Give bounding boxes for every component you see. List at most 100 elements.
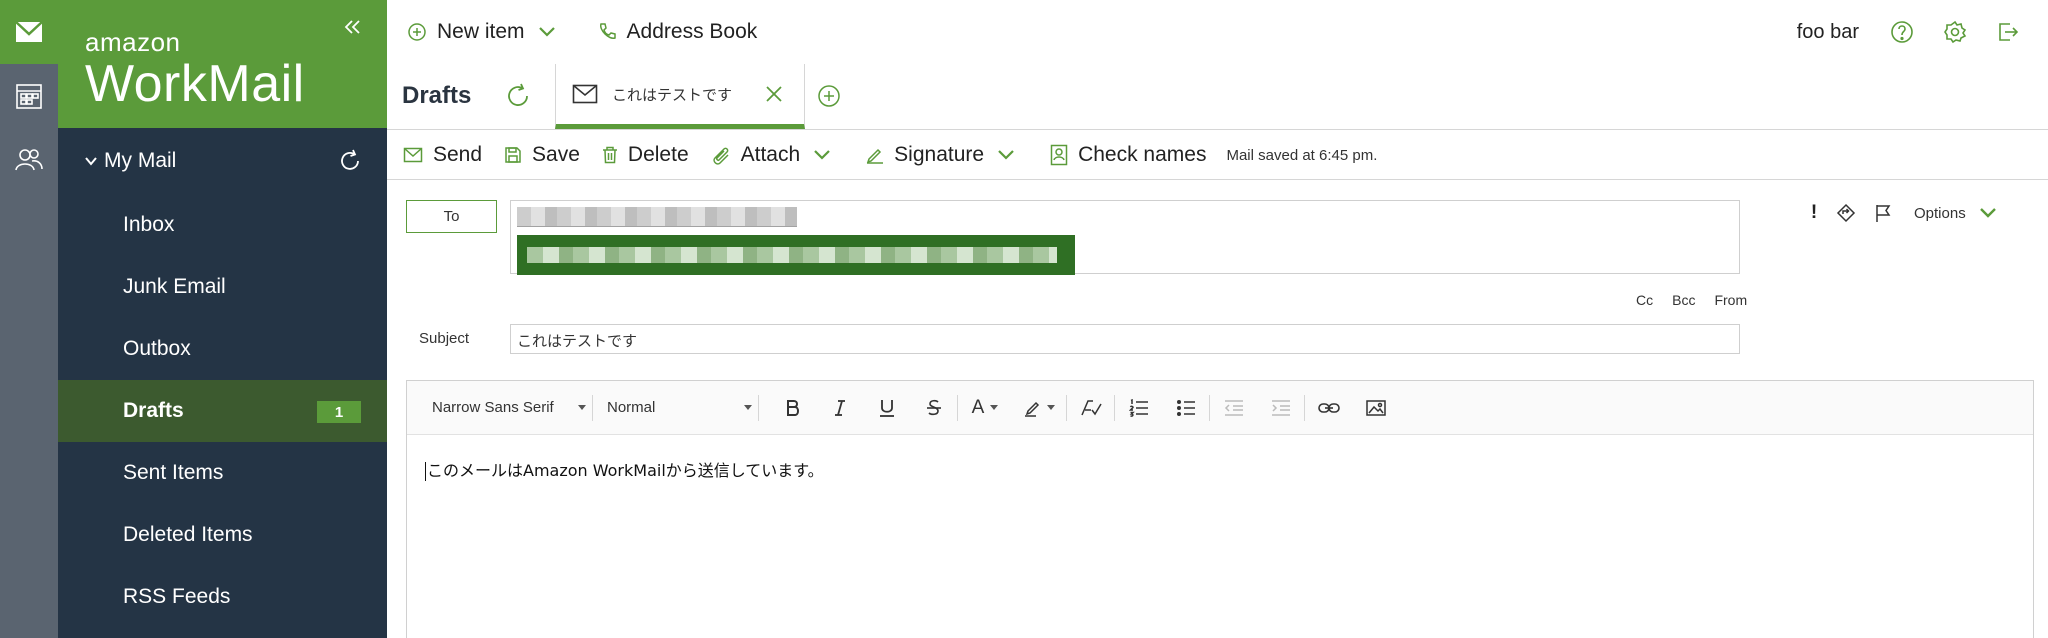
folder-inbox[interactable]: Inbox	[58, 194, 387, 256]
delete-label: Delete	[627, 143, 689, 166]
indent-button[interactable]	[1257, 393, 1304, 423]
folder-label: Outbox	[123, 337, 191, 360]
caret-down-icon	[578, 405, 586, 410]
help-icon[interactable]	[1889, 19, 1915, 45]
folder-deleted-items[interactable]: Deleted Items	[58, 504, 387, 566]
calendar-app-button[interactable]	[0, 64, 58, 128]
new-item-button[interactable]: New item	[407, 20, 557, 44]
highlight-button[interactable]	[1012, 393, 1066, 423]
bold-button[interactable]	[769, 393, 816, 423]
pen-icon	[866, 148, 884, 164]
to-button[interactable]: To	[406, 200, 497, 233]
chevron-down-icon[interactable]	[812, 148, 832, 162]
message-body-text: このメールはAmazon WorkMailから送信しています。	[427, 461, 824, 480]
clear-format-button[interactable]	[1067, 393, 1114, 423]
gear-icon[interactable]	[1942, 19, 1968, 45]
message-body[interactable]: このメールはAmazon WorkMailから送信しています。	[407, 435, 2033, 503]
address-book-button[interactable]: Address Book	[597, 20, 757, 44]
editor-toolbar: Narrow Sans Serif Normal A	[407, 381, 2033, 435]
save-label: Save	[532, 143, 580, 166]
folder-rss-feeds[interactable]: RSS Feeds	[58, 566, 387, 628]
folder-junk-email[interactable]: Junk Email	[58, 256, 387, 318]
bullet-list-button[interactable]	[1162, 393, 1209, 423]
signature-button[interactable]: Signature	[866, 143, 1016, 167]
subject-label: Subject	[419, 330, 470, 347]
options-menu[interactable]: Options	[1914, 205, 1998, 222]
add-tab-icon[interactable]	[817, 84, 841, 108]
font-color-button[interactable]: A	[958, 393, 1012, 423]
importance-icon[interactable]: !	[1810, 202, 1818, 224]
font-family-select[interactable]: Narrow Sans Serif	[432, 394, 593, 421]
save-button[interactable]: Save	[504, 143, 580, 167]
folder-drafts[interactable]: Drafts 1	[58, 380, 387, 442]
image-icon	[1365, 399, 1386, 416]
numbered-list-icon	[1128, 398, 1148, 417]
plus-circle-icon	[408, 23, 426, 41]
check-names-label: Check names	[1078, 143, 1207, 166]
check-names-button[interactable]: Check names	[1050, 143, 1206, 167]
caret-down-icon	[744, 405, 752, 410]
recipient-redacted[interactable]	[517, 207, 797, 227]
delete-button[interactable]: Delete	[602, 143, 689, 167]
numbered-list-button[interactable]	[1115, 393, 1162, 423]
chevron-down-icon	[85, 157, 97, 166]
folder-sent-items[interactable]: Sent Items	[58, 442, 387, 504]
my-mail-label: My Mail	[104, 149, 177, 172]
people-icon	[15, 149, 43, 171]
clear-format-icon	[1080, 399, 1102, 415]
bullet-list-icon	[1176, 399, 1195, 416]
to-recipients-field[interactable]	[510, 200, 1740, 275]
font-color-glyph: A	[971, 396, 985, 418]
refresh-folders-icon[interactable]	[337, 148, 363, 174]
italic-button[interactable]	[816, 393, 863, 423]
collapse-sidebar-icon[interactable]	[341, 16, 363, 38]
folder-sidebar: amazon WorkMail My Mail Inbox Junk Email…	[58, 0, 387, 638]
mail-app-button[interactable]	[0, 0, 58, 64]
contact-card-icon	[1050, 144, 1068, 166]
app-rail	[0, 0, 58, 638]
options-label: Options	[1914, 204, 1966, 222]
redacted-text	[527, 247, 1057, 263]
highlighter-icon	[1024, 401, 1039, 417]
bcc-link[interactable]: Bcc	[1672, 292, 1695, 308]
outdent-button[interactable]	[1210, 393, 1257, 423]
attach-button[interactable]: Attach	[711, 143, 833, 167]
flag-icon[interactable]	[1874, 203, 1892, 223]
insert-link-button[interactable]	[1305, 393, 1352, 423]
chevron-down-icon[interactable]	[996, 148, 1016, 162]
subject-input[interactable]: これはテストです	[510, 324, 1740, 354]
send-button[interactable]: Send	[403, 143, 482, 167]
contacts-app-button[interactable]	[0, 128, 58, 192]
text-cursor	[425, 462, 426, 481]
strikethrough-button[interactable]	[910, 393, 957, 423]
italic-icon	[834, 399, 845, 416]
paperclip-icon	[712, 147, 729, 165]
tab-draft-message[interactable]: これはテストです	[555, 64, 805, 129]
cc-link[interactable]: Cc	[1636, 292, 1653, 308]
folder-title: Drafts	[402, 82, 472, 109]
folder-label: Drafts	[123, 399, 184, 422]
my-mail-group[interactable]: My Mail	[58, 128, 387, 194]
close-icon[interactable]	[764, 84, 784, 104]
underline-button[interactable]	[863, 393, 910, 423]
follow-up-icon[interactable]	[1836, 203, 1856, 223]
chevron-down-icon	[1979, 208, 1996, 218]
refresh-icon[interactable]	[504, 82, 532, 110]
recipient-selected-redacted[interactable]	[517, 235, 1075, 275]
bold-icon	[786, 399, 799, 416]
compose-toolbar: Send Save Delete Attach Signature Check …	[387, 131, 2048, 180]
folder-outbox[interactable]: Outbox	[58, 318, 387, 380]
font-size-value: Normal	[607, 399, 656, 416]
from-link[interactable]: From	[1714, 292, 1747, 308]
chevron-down-icon[interactable]	[537, 25, 557, 39]
insert-image-button[interactable]	[1352, 393, 1399, 423]
user-name[interactable]: foo bar	[1797, 21, 1859, 44]
new-item-label: New item	[437, 20, 525, 43]
sign-out-icon[interactable]	[1995, 19, 2021, 45]
save-status: Mail saved at 6:45 pm.	[1226, 146, 1378, 164]
folder-label: RSS Feeds	[123, 585, 231, 608]
folder-label: Junk Email	[123, 275, 226, 298]
mail-icon	[15, 21, 43, 42]
folder-label: Sent Items	[123, 461, 224, 484]
font-size-select[interactable]: Normal	[607, 394, 759, 421]
